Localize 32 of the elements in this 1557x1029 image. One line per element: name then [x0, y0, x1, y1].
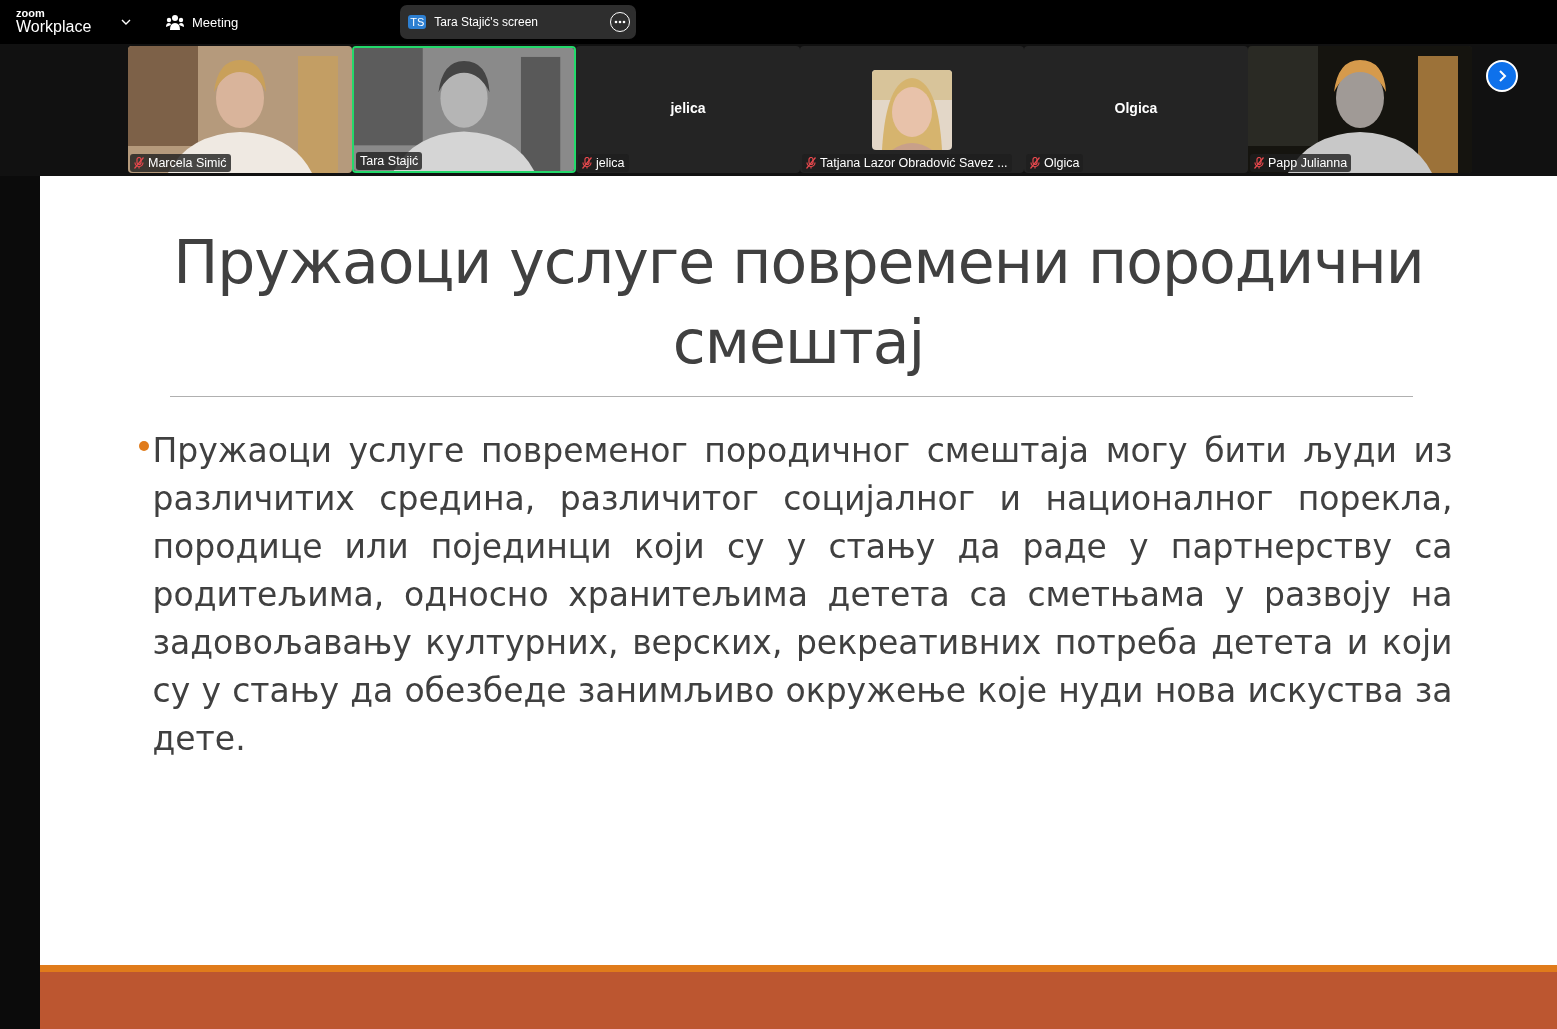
muted-mic-icon: [582, 157, 592, 169]
video-tile[interactable]: Marcela Simić: [128, 46, 352, 173]
people-icon: [166, 14, 184, 30]
video-tile[interactable]: Papp Julianna: [1248, 46, 1472, 173]
more-icon: [614, 20, 627, 24]
name-label: jelica: [578, 154, 629, 172]
logo-text: Workplace: [16, 18, 93, 36]
video-tile[interactable]: Tatjana Lazor Obradović Savez ...: [800, 46, 1024, 173]
next-page-button[interactable]: [1486, 60, 1518, 92]
participant-name: jelica: [669, 100, 707, 116]
bullet-icon: [138, 441, 149, 451]
participant-name: Olgica: [1113, 100, 1159, 116]
muted-mic-icon: [806, 157, 816, 169]
video-tile[interactable]: jelica jelica: [576, 46, 800, 173]
name-label: Marcela Simić: [130, 154, 231, 172]
initials-avatar: TS: [408, 15, 427, 29]
video-tile[interactable]: Olgica Olgica: [1024, 46, 1248, 173]
muted-mic-icon: [1030, 157, 1040, 169]
name-label: Papp Julianna: [1250, 154, 1352, 172]
logo-small: zoom: [16, 8, 46, 18]
screen-share-pill[interactable]: TS Tara Stajić's screen: [400, 5, 637, 39]
name-label: Tatjana Lazor Obradović Savez ...: [802, 154, 1012, 172]
muted-mic-icon: [1254, 157, 1264, 169]
chevron-right-icon: [1496, 69, 1508, 83]
slide-title: Пружаоци услуге повремени породични смештај: [172, 226, 1425, 379]
video-tile[interactable]: Tara Stajić: [352, 46, 576, 173]
name-label: Olgica: [1026, 154, 1084, 172]
muted-mic-icon: [134, 157, 144, 169]
meeting-button[interactable]: Meeting: [166, 14, 239, 30]
share-label: Tara Stajić's screen: [434, 15, 539, 29]
bullet-text: Пружаоци услуге повременог породичног смештаја могу бити људи из различитих средина, различитог социјалног и националног порекла, породице или појединци који су у стању да раде у партнерству са родитељима, односно хранитељима детета са сметњама у развоју на задовољавању културних, верских, рекреативних потреба детета и који су у стању да обезбеде занимљиво окружење које нуди нова искуства за дете.: [152, 430, 1453, 760]
name-label: Tara Stajić: [356, 152, 423, 170]
